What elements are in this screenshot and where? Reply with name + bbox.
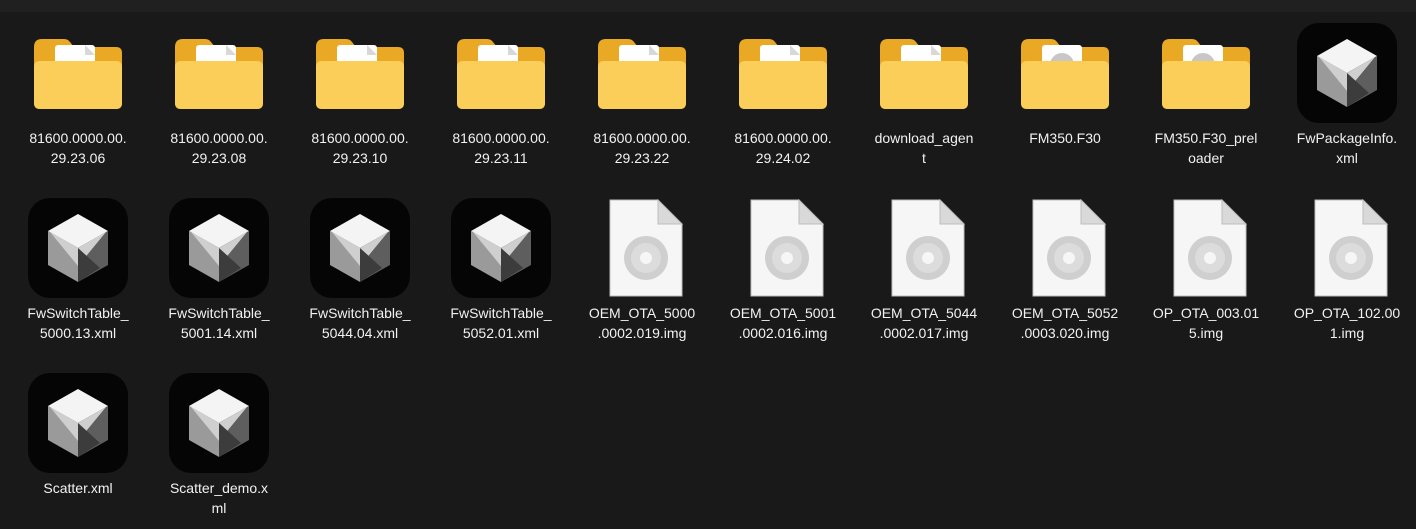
xml-app-icon: [28, 373, 128, 473]
xml-app-icon: [169, 198, 269, 298]
folder-icon: [310, 23, 410, 123]
file-name-label: FM350.F30: [1029, 130, 1101, 146]
file-tile[interactable]: FwSwitchTable_ 5001.14.xml: [152, 188, 286, 358]
xml-app-icon: [310, 198, 410, 298]
top-strip: [0, 0, 1416, 12]
disc-image-icon: [592, 198, 692, 298]
file-explorer-grid: 81600.0000.00. 29.23.06 81600.0000.00. 29…: [0, 0, 1416, 529]
file-tile[interactable]: download_agen t: [857, 13, 991, 183]
file-tile[interactable]: 81600.0000.00. 29.24.02: [716, 13, 850, 183]
file-tile[interactable]: FM350.F30: [998, 13, 1132, 183]
file-name-label: OEM_OTA_5052 .0003.020.img: [1011, 305, 1119, 341]
disc-image-icon: [733, 198, 833, 298]
file-tile[interactable]: OP_OTA_003.01 5.img: [1139, 188, 1273, 358]
file-tile[interactable]: 81600.0000.00. 29.23.22: [575, 13, 709, 183]
file-tile[interactable]: 81600.0000.00. 29.23.11: [434, 13, 568, 183]
file-name-label: FwSwitchTable_ 5044.04.xml: [309, 305, 411, 341]
file-name-label: FwSwitchTable_ 5052.01.xml: [450, 305, 552, 341]
file-name-label: 81600.0000.00. 29.23.22: [593, 130, 691, 166]
folder-icon: [28, 23, 128, 123]
file-tile[interactable]: OEM_OTA_5044 .0002.017.img: [857, 188, 991, 358]
file-tile[interactable]: 81600.0000.00. 29.23.06: [11, 13, 145, 183]
file-tile[interactable]: FwPackageInfo. xml: [1280, 13, 1414, 183]
file-tile[interactable]: FwSwitchTable_ 5052.01.xml: [434, 188, 568, 358]
xml-app-icon: [1297, 23, 1397, 123]
file-name-label: 81600.0000.00. 29.23.08: [170, 130, 268, 166]
folder-icon: [733, 23, 833, 123]
file-name-label: OP_OTA_003.01 5.img: [1152, 305, 1260, 341]
disc-image-icon: [1156, 198, 1256, 298]
file-name-label: Scatter_demo.x ml: [169, 480, 269, 516]
file-name-label: 81600.0000.00. 29.23.11: [452, 130, 550, 166]
file-tile[interactable]: Scatter_demo.x ml: [152, 363, 286, 529]
file-name-label: OEM_OTA_5000 .0002.019.img: [588, 305, 696, 341]
file-tile[interactable]: OEM_OTA_5001 .0002.016.img: [716, 188, 850, 358]
file-tile[interactable]: OEM_OTA_5052 .0003.020.img: [998, 188, 1132, 358]
folder-disc-icon: [1015, 23, 1115, 123]
file-tile[interactable]: 81600.0000.00. 29.23.08: [152, 13, 286, 183]
file-name-label: Scatter.xml: [43, 480, 113, 496]
file-name-label: 81600.0000.00. 29.24.02: [734, 130, 832, 166]
file-name-label: download_agen t: [874, 130, 974, 166]
file-tile[interactable]: FwSwitchTable_ 5044.04.xml: [293, 188, 427, 358]
file-name-label: 81600.0000.00. 29.23.10: [311, 130, 409, 166]
file-name-label: FwSwitchTable_ 5000.13.xml: [27, 305, 129, 341]
folder-icon: [592, 23, 692, 123]
file-name-label: FwSwitchTable_ 5001.14.xml: [168, 305, 270, 341]
file-name-label: FwPackageInfo. xml: [1296, 130, 1398, 166]
file-tile[interactable]: OEM_OTA_5000 .0002.019.img: [575, 188, 709, 358]
file-tile[interactable]: FM350.F30_prel oader: [1139, 13, 1273, 183]
disc-image-icon: [1015, 198, 1115, 298]
file-tile[interactable]: OP_OTA_102.00 1.img: [1280, 188, 1414, 358]
folder-icon: [451, 23, 551, 123]
xml-app-icon: [169, 373, 269, 473]
xml-app-icon: [451, 198, 551, 298]
file-tile[interactable]: FwSwitchTable_ 5000.13.xml: [11, 188, 145, 358]
folder-icon: [169, 23, 269, 123]
file-name-label: OEM_OTA_5044 .0002.017.img: [870, 305, 978, 341]
file-tile[interactable]: Scatter.xml: [11, 363, 145, 529]
disc-image-icon: [1297, 198, 1397, 298]
folder-disc-icon: [1156, 23, 1256, 123]
disc-image-icon: [874, 198, 974, 298]
file-name-label: OP_OTA_102.00 1.img: [1293, 305, 1401, 341]
file-name-label: OEM_OTA_5001 .0002.016.img: [729, 305, 837, 341]
file-name-label: FM350.F30_prel oader: [1154, 130, 1258, 166]
folder-icon: [874, 23, 974, 123]
file-tile[interactable]: 81600.0000.00. 29.23.10: [293, 13, 427, 183]
file-name-label: 81600.0000.00. 29.23.06: [29, 130, 127, 166]
xml-app-icon: [28, 198, 128, 298]
